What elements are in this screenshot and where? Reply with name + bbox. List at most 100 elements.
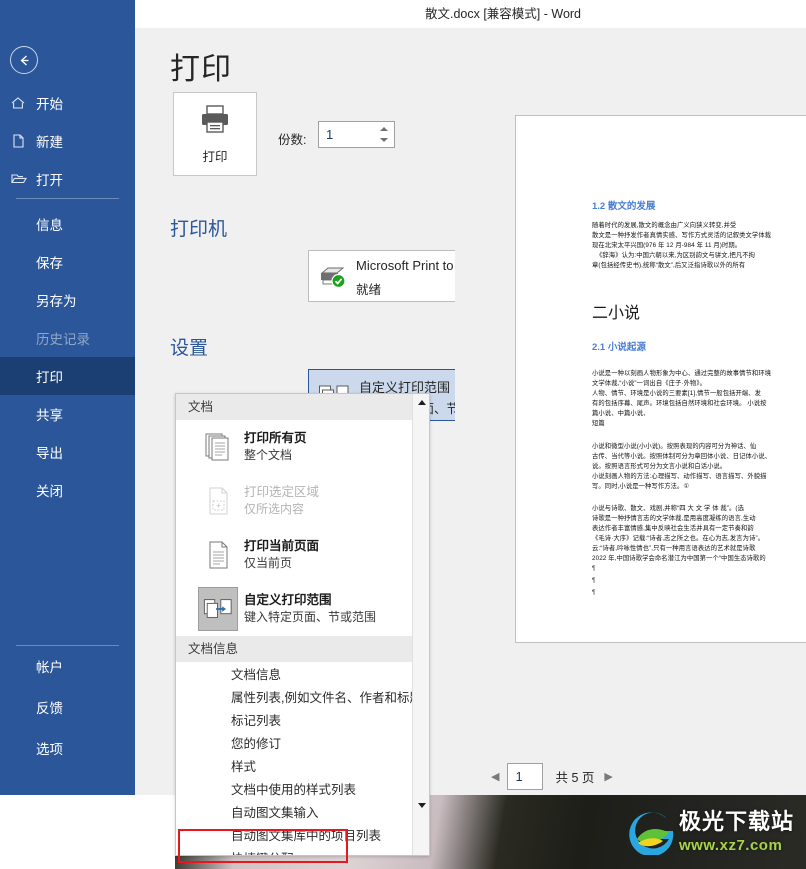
sidebar-item-label: 关闭 xyxy=(36,484,63,499)
sidebar-item-label: 保存 xyxy=(36,256,63,271)
copies-input[interactable] xyxy=(319,122,377,147)
doc-paragraph-line: 有的包括序幕、尾声。环境包括自然环境和社会环境。 小说按 xyxy=(592,400,767,407)
back-arrow-icon[interactable] xyxy=(10,46,38,74)
print-button[interactable]: 打印 xyxy=(173,92,257,176)
prev-page-arrow-icon[interactable]: ◀ xyxy=(491,770,499,783)
home-icon xyxy=(0,95,36,111)
sidebar-item-open[interactable]: 打开 xyxy=(0,160,135,198)
sidebar-item-account[interactable]: 帐户 xyxy=(0,645,135,686)
dropdown-item-custom-range[interactable]: 自定义打印范围 键入特定页面、节或范围 xyxy=(176,582,429,636)
dropdown-item-subtitle: 键入特定页面、节或范围 xyxy=(244,610,377,624)
pilcrow-icon: ¶ xyxy=(592,578,596,584)
dropdown-item-print-all-pages[interactable]: 打印所有页 整个文档 xyxy=(176,420,429,474)
sidebar-item-label: 选项 xyxy=(36,741,63,757)
dropdown-item-label: 文档信息 xyxy=(231,668,282,682)
copies-spin-buttons[interactable] xyxy=(377,124,391,145)
doc-paragraph-line: 写。同时,小说是一种写作方法。① xyxy=(592,483,690,490)
new-document-icon xyxy=(0,133,36,149)
sidebar-item-label: 新建 xyxy=(36,135,63,150)
dropdown-item-markup-list[interactable]: 标记列表 xyxy=(176,708,429,731)
doc-paragraph-line: 小说刻画人物的方法:心理描写、动作描写、语言描写、外貌描 xyxy=(592,473,767,480)
dropdown-scrollbar[interactable] xyxy=(412,394,429,855)
dropdown-item-print-current-page[interactable]: 打印当前页面 仅当前页 xyxy=(176,528,429,582)
doc-paragraph-line: 短篇 xyxy=(592,420,605,427)
sidebar-item-save-as[interactable]: 另存为 xyxy=(0,281,135,319)
sidebar-item-home[interactable]: 开始 xyxy=(0,84,135,122)
doc-paragraph-line: 小说是一种以刻画人物形象为中心、通过完整的故事情节和环境 xyxy=(592,370,772,377)
dropdown-item-label: 文档中使用的样式列表 xyxy=(231,783,357,797)
sidebar-item-new[interactable]: 新建 xyxy=(0,122,135,160)
sidebar-item-share[interactable]: 共享 xyxy=(0,395,135,433)
dropdown-group-header-document-info: 文档信息 xyxy=(176,636,429,662)
doc-heading-2: 2.1 小说起源 xyxy=(592,342,646,353)
sidebar-item-label: 另存为 xyxy=(36,294,77,309)
doc-paragraph-line: 《辞海》认为:中国六朝以来,为区别韵文与骈文,把凡不拘 xyxy=(596,252,756,259)
sidebar-item-print[interactable]: 打印 xyxy=(0,357,135,395)
sidebar-item-label: 共享 xyxy=(36,408,63,423)
scroll-up-arrow-icon[interactable] xyxy=(413,394,429,411)
sidebar-bottom-group: 帐户 反馈 选项 xyxy=(0,645,135,768)
dropdown-item-label: 属性列表,例如文件名、作者和标题 xyxy=(231,691,422,705)
dropdown-item-style-list[interactable]: 文档中使用的样式列表 xyxy=(176,777,429,800)
sidebar-item-close[interactable]: 关闭 xyxy=(0,471,135,509)
page-navigation: ◀ 1 共 5 页 ▶ xyxy=(455,757,806,795)
dropdown-item-text: 打印所有页 整个文档 xyxy=(238,430,429,464)
sidebar-item-info[interactable]: 信息 xyxy=(0,205,135,243)
spin-up-icon[interactable] xyxy=(380,127,388,132)
doc-paragraph-line: 小说和微型小说(小小说)。按照表现的内容可分为神话、仙 xyxy=(592,443,757,450)
dropdown-item-styles[interactable]: 样式 xyxy=(176,754,429,777)
printer-status-icon xyxy=(318,264,348,290)
doc-paragraph-line: 说。按照语言形式可分为文言小说和白话小说。 xyxy=(592,463,727,470)
doc-paragraph-line: 《毛诗·大序》记载:“诗者,志之所之也。在心为志,发言为诗”。 xyxy=(592,535,765,542)
copies-stepper[interactable] xyxy=(318,121,395,148)
doc-paragraph-line: 章(包括经传史书),统称“散文”,后又泛指诗歌以外的所有 xyxy=(592,262,746,269)
dropdown-item-your-revisions[interactable]: 您的修订 xyxy=(176,731,429,754)
dropdown-item-subtitle: 仅所选内容 xyxy=(244,502,305,516)
aurora-logo-icon xyxy=(629,809,675,857)
dropdown-item-text: 打印选定区域 仅所选内容 xyxy=(238,484,429,518)
print-selection-icon xyxy=(198,479,238,523)
dropdown-item-property-list[interactable]: 属性列表,例如文件名、作者和标题 xyxy=(176,685,429,708)
doc-paragraph-line: 现在北宋太平兴国(976 年 12 月-984 年 11 月)时期。 xyxy=(592,242,742,249)
sidebar-item-export[interactable]: 导出 xyxy=(0,433,135,471)
sidebar-item-label: 导出 xyxy=(36,446,63,461)
doc-paragraph-line: 古传、当代等小说。按照体制可分为章回体小说、日记体小说、 xyxy=(592,453,772,460)
watermark-en: www.xz7.com xyxy=(678,837,783,854)
sidebar-item-label: 反馈 xyxy=(36,700,63,716)
dropdown-item-title: 打印所有页 xyxy=(244,431,307,445)
dropdown-item-subtitle: 整个文档 xyxy=(244,448,293,462)
next-page-arrow-icon[interactable]: ▶ xyxy=(604,770,612,783)
dropdown-item-text: 自定义打印范围 键入特定页面、节或范围 xyxy=(238,592,429,626)
dropdown-item-autotext-entries[interactable]: 自动图文集输入 xyxy=(176,800,429,823)
dropdown-group-header-document: 文档 xyxy=(176,394,429,420)
doc-paragraph-line: 随着时代的发展,散文的概念由广义向狭义转变,并受 xyxy=(592,222,737,229)
dropdown-item-key-assignments[interactable]: 快捷键分配 xyxy=(176,846,429,855)
sidebar-item-label: 帐户 xyxy=(36,659,63,675)
sidebar-item-label: 打印 xyxy=(36,370,63,385)
document-preview-page[interactable]: 1.2 散文的发展 随着时代的发展,散文的概念由广义向狭义转变,并受 散文是一种… xyxy=(515,115,806,643)
dropdown-item-text: 打印当前页面 仅当前页 xyxy=(238,538,429,572)
doc-paragraph-line: 散文是一种抒发作者真情实感、写作方式灵活的记叙类文学体裁 xyxy=(592,232,772,239)
settings-section-heading: 设置 xyxy=(170,338,209,359)
sidebar-divider-top xyxy=(16,198,119,199)
sidebar-mid-group: 信息 保存 另存为 历史记录 打印 共享 导出 关闭 xyxy=(0,205,135,509)
document-content: 1.2 散文的发展 随着时代的发展,散文的概念由广义向狭义转变,并受 散文是一种… xyxy=(544,116,806,642)
spin-down-icon[interactable] xyxy=(380,137,388,142)
sidebar-item-feedback[interactable]: 反馈 xyxy=(0,686,135,727)
sidebar-item-history: 历史记录 xyxy=(0,319,135,357)
doc-paragraph-line: 诗歌是一种抒情言志的文学体裁,是用高度凝练的语言,生动 xyxy=(592,515,756,522)
sidebar-item-save[interactable]: 保存 xyxy=(0,243,135,281)
dropdown-item-autotext-gallery-list[interactable]: 自动图文集库中的项目列表 xyxy=(176,823,429,846)
current-page-input[interactable]: 1 xyxy=(507,762,544,790)
dropdown-item-label: 样式 xyxy=(231,760,257,774)
custom-range-icon xyxy=(198,587,238,631)
dropdown-item-label: 自动图文集输入 xyxy=(231,806,319,820)
sidebar-item-options[interactable]: 选项 xyxy=(0,727,135,768)
dropdown-item-doc-info[interactable]: 文档信息 xyxy=(176,662,429,685)
dropdown-item-print-selection: 打印选定区域 仅所选内容 xyxy=(176,474,429,528)
print-current-page-icon xyxy=(198,533,238,577)
sidebar-item-label: 打开 xyxy=(36,173,63,188)
scroll-down-arrow-icon[interactable] xyxy=(413,797,429,814)
page-title: 打印 xyxy=(170,53,232,86)
pilcrow-icon: ¶ xyxy=(592,566,596,572)
